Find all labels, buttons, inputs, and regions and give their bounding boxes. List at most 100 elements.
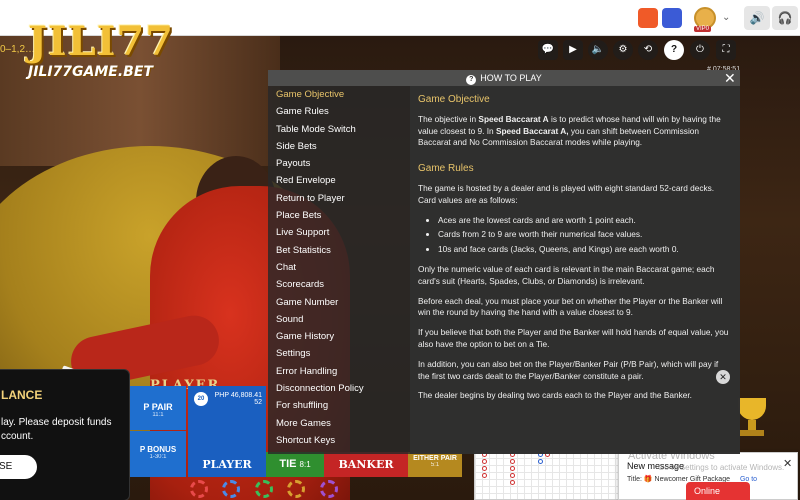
bet-player-count: 52 xyxy=(254,399,262,406)
modal-title: HOW TO PLAY xyxy=(480,73,542,83)
nav-shortcut-keys[interactable]: Shortcut Keys xyxy=(268,432,410,449)
help-icon: ? xyxy=(466,75,477,85)
roadmap-dot xyxy=(510,480,515,485)
text-run: The objective in xyxy=(418,113,479,124)
camera-icon[interactable]: ▶ xyxy=(563,40,583,60)
rules-paragraph: In addition, you can also bet on the Pla… xyxy=(418,358,719,381)
roadmap-dot xyxy=(510,459,515,464)
bet-banker[interactable]: BANKER xyxy=(324,452,408,477)
chip[interactable] xyxy=(222,480,241,498)
chip[interactable] xyxy=(319,480,338,498)
nav-error-handling[interactable]: Error Handling xyxy=(268,363,410,380)
nav-sound[interactable]: Sound xyxy=(268,311,410,328)
nav-game-objective[interactable]: Game Objective xyxy=(268,86,410,103)
modal-header: ? HOW TO PLAY xyxy=(268,70,740,86)
fullscreen-icon[interactable]: ⛶ xyxy=(716,40,736,60)
rules-paragraph: Before each deal, you must place your be… xyxy=(418,295,723,318)
balance-close-button[interactable]: SE xyxy=(0,455,37,479)
balance-popup: LANCE lay. Please deposit funds ccount. … xyxy=(0,369,130,500)
bet-player-amount: PHP 46,808.41 xyxy=(214,392,262,399)
windows-watermark-sub: Go to Settings to activate Windows. xyxy=(658,463,785,472)
rules-heading: Game Rules xyxy=(418,163,474,175)
help-icon[interactable]: ? xyxy=(664,40,684,60)
help-nav: Game Objective Game Rules Table Mode Swi… xyxy=(268,86,410,454)
nav-game-history[interactable]: Game History xyxy=(268,328,410,345)
bet-label: PLAYER xyxy=(202,458,252,471)
roadmap-dot xyxy=(510,473,515,478)
nav-bet-statistics[interactable]: Bet Statistics xyxy=(268,242,410,259)
exit-icon[interactable]: ⏻ xyxy=(690,40,710,60)
brand-logo: JILI77 JILI77GAME.BET xyxy=(28,18,175,81)
roadmap-dot xyxy=(510,466,515,471)
game-name: Speed Baccarat A, xyxy=(495,125,569,136)
how-to-play-modal: ? HOW TO PLAY ✕ Game Objective Game Rules… xyxy=(268,70,740,454)
chevron-down-icon[interactable]: ⌄ xyxy=(722,12,730,23)
bet-player-info: PHP 46,808.41 52 xyxy=(196,392,262,406)
list-item: 10s and face cards (Jacks, Queens, and K… xyxy=(438,244,732,256)
nav-game-rules[interactable]: Game Rules xyxy=(268,103,410,120)
close-icon[interactable]: ✕ xyxy=(783,457,792,470)
card-values-list: Aces are the lowest cards and are worth … xyxy=(438,215,732,256)
gift-icon[interactable] xyxy=(662,8,682,28)
help-content: Game Objective The objective in Speed Ba… xyxy=(410,86,740,454)
nav-chat[interactable]: Chat xyxy=(268,259,410,276)
nav-scorecards[interactable]: Scorecards xyxy=(268,276,410,293)
roadmap[interactable] xyxy=(474,450,629,500)
bet-player-pair[interactable]: P PAIR 11:1 xyxy=(130,386,186,430)
rules-paragraph: Only the numeric value of each card is r… xyxy=(418,263,715,286)
nav-more-games[interactable]: More Games xyxy=(268,415,410,432)
roadmap-dot xyxy=(482,473,487,478)
bet-odds: 11:1 xyxy=(152,412,164,418)
rules-paragraph: If you believe that both the Player and … xyxy=(418,327,729,349)
logo-sub: JILI77GAME.BET xyxy=(28,64,153,80)
nav-payouts[interactable]: Payouts xyxy=(268,155,410,172)
objective-text: The objective in Speed Baccarat A is to … xyxy=(418,114,732,149)
bet-label: EITHER PAIR xyxy=(413,455,457,462)
nav-live-support[interactable]: Live Support xyxy=(268,224,410,241)
settings-icon[interactable]: ⚙ xyxy=(613,40,633,60)
nav-game-number[interactable]: Game Number xyxy=(268,294,410,311)
roadmap-dot xyxy=(482,466,487,471)
history-icon[interactable]: ⟲ xyxy=(638,40,658,60)
nav-return-to-player[interactable]: Return to Player xyxy=(268,190,410,207)
speaker-icon[interactable]: 🔊 xyxy=(744,6,770,30)
nav-red-envelope[interactable]: Red Envelope xyxy=(268,172,410,189)
bet-player-bonus[interactable]: P BONUS 1-30:1 xyxy=(130,431,186,477)
chip-tray xyxy=(190,480,490,500)
close-icon[interactable]: ✕ xyxy=(716,370,730,384)
balance-title: LANCE xyxy=(1,388,43,402)
chat-icon[interactable]: 💬 xyxy=(538,40,558,60)
nav-settings[interactable]: Settings xyxy=(268,345,410,362)
bet-label: TIE xyxy=(279,458,297,470)
rules-intro: The game is hosted by a dealer and is pl… xyxy=(418,182,715,205)
online-chat-tab[interactable]: Online xyxy=(686,482,750,500)
logo-main: JILI77 xyxy=(28,18,175,65)
nav-side-bets[interactable]: Side Bets xyxy=(268,138,410,155)
promo-icon[interactable] xyxy=(638,8,658,28)
close-icon[interactable]: ✕ xyxy=(724,70,736,86)
headset-icon[interactable]: 🎧 xyxy=(772,6,798,30)
bet-tie[interactable]: TIE 8:1 xyxy=(266,452,324,477)
bet-odds: 5:1 xyxy=(430,462,440,468)
nav-table-mode-switch[interactable]: Table Mode Switch xyxy=(268,121,410,138)
volume-icon[interactable]: 🔈 xyxy=(588,40,608,60)
trophy-base xyxy=(740,430,764,436)
trophy-cup xyxy=(738,398,766,420)
roadmap-dot xyxy=(482,459,487,464)
bet-either-pair[interactable]: EITHER PAIR 5:1 xyxy=(408,452,462,477)
vip-badge: VIP0 xyxy=(694,26,712,32)
trophy-stem xyxy=(748,420,756,430)
objective-heading: Game Objective xyxy=(418,94,490,105)
list-item: Cards from 2 to 9 are worth their numeri… xyxy=(438,229,732,241)
chip[interactable] xyxy=(254,480,273,498)
nav-place-bets[interactable]: Place Bets xyxy=(268,207,410,224)
chip[interactable] xyxy=(190,480,208,498)
nav-for-shuffling[interactable]: For shuffling xyxy=(268,397,410,414)
bet-odds: 8:1 xyxy=(299,460,311,469)
bet-label: BANKER xyxy=(338,458,394,471)
game-name: Speed Baccarat A xyxy=(478,113,549,124)
chip[interactable] xyxy=(287,480,306,498)
balance-message: lay. Please deposit funds ccount. xyxy=(1,417,112,442)
bet-odds: 1-30:1 xyxy=(149,454,167,460)
nav-disconnection-policy[interactable]: Disconnection Policy xyxy=(268,380,410,397)
